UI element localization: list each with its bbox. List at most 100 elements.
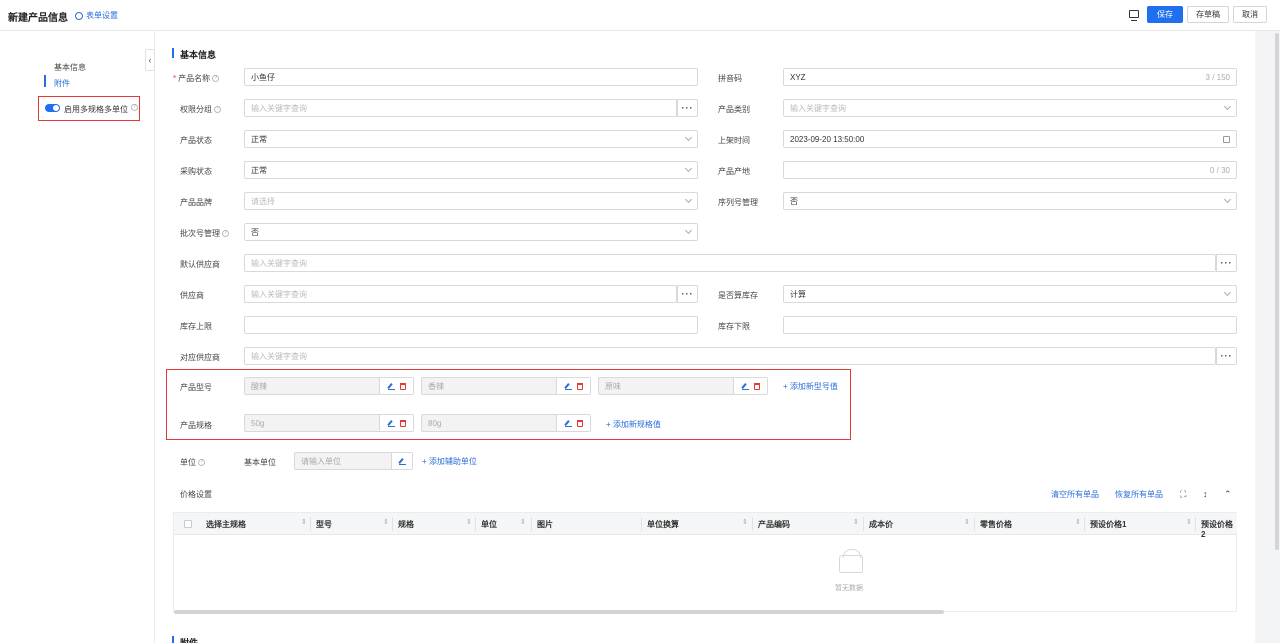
origin-counter: 0 / 30: [1209, 166, 1230, 175]
count-stock-label: 是否算库存: [718, 291, 758, 300]
sort-icon[interactable]: ⇕: [742, 518, 748, 526]
trash-icon[interactable]: [753, 382, 760, 390]
default-supplier-input[interactable]: 输入关键字查询: [244, 254, 1216, 272]
sort-icon[interactable]: ⇕: [383, 518, 389, 526]
multi-spec-toggle[interactable]: [45, 104, 60, 112]
sort-icon[interactable]: ⇕: [1186, 518, 1192, 526]
cancel-button[interactable]: 取消: [1233, 6, 1267, 23]
count-stock-select[interactable]: 计算: [783, 285, 1237, 303]
model-value-input[interactable]: 香辣: [421, 377, 591, 395]
left-nav: [0, 31, 155, 643]
chevron-left-icon: ‹: [148, 55, 152, 65]
status-select[interactable]: 正常: [244, 130, 698, 148]
supplier-input[interactable]: 输入关键字查询: [244, 285, 677, 303]
supplier-more-button[interactable]: ···: [677, 285, 698, 303]
column-header[interactable]: 图片: [537, 519, 553, 530]
help-icon[interactable]: ?: [131, 104, 138, 111]
pinyin-counter: 3 / 150: [1205, 73, 1230, 82]
column-header[interactable]: 单位: [481, 519, 497, 530]
purchase-status-select[interactable]: 正常: [244, 161, 698, 179]
column-header[interactable]: 产品编码: [758, 519, 790, 530]
column-header[interactable]: 零售价格: [980, 519, 1012, 530]
batch-mgmt-label: 批次号管理 ?: [180, 228, 230, 239]
stock-upper-input[interactable]: [244, 316, 698, 334]
matching-supplier-more-button[interactable]: ···: [1216, 347, 1237, 365]
edit-icon[interactable]: [387, 420, 395, 427]
edit-icon[interactable]: [564, 383, 572, 390]
matching-supplier-input[interactable]: 输入关键字查询: [244, 347, 1216, 365]
sort-icon[interactable]: ⇕: [853, 518, 859, 526]
fullscreen-icon[interactable]: ⛶: [1180, 489, 1186, 500]
horizontal-scrollbar[interactable]: [174, 610, 944, 614]
model-value-input[interactable]: 原味: [598, 377, 768, 395]
column-header[interactable]: 规格: [398, 519, 414, 530]
sort-icon[interactable]: ⇕: [301, 518, 307, 526]
gear-icon: [75, 11, 83, 20]
column-header[interactable]: 成本价: [869, 519, 893, 530]
add-spec-value-link[interactable]: + 添加新规格值: [606, 419, 661, 430]
save-button[interactable]: 保存: [1147, 6, 1183, 23]
models-label: 产品型号: [180, 383, 212, 392]
chevron-down-icon: [684, 226, 693, 235]
clear-all-items-link[interactable]: 清空所有单品: [1051, 489, 1099, 500]
nav-item-basic-info[interactable]: 基本信息: [54, 62, 86, 73]
section-marker: [172, 48, 174, 58]
multi-spec-toggle-label: 启用多规格多单位: [64, 105, 128, 114]
permission-group-more-button[interactable]: ···: [677, 99, 698, 117]
sort-icon[interactable]: ⇕: [466, 518, 472, 526]
trash-icon[interactable]: [399, 419, 406, 427]
sort-icon[interactable]: ⇕: [1075, 518, 1081, 526]
listing-time-label: 上架时间: [718, 136, 750, 145]
trash-icon[interactable]: [399, 382, 406, 390]
column-header[interactable]: 预设价格1: [1090, 519, 1126, 530]
section-title-basic-info: 基本信息: [180, 50, 217, 60]
origin-input[interactable]: 0 / 30: [783, 161, 1237, 179]
sort-icon[interactable]: ⇕: [964, 518, 970, 526]
base-unit-label: 基本单位: [244, 458, 276, 467]
product-name-input[interactable]: 小鱼仔: [244, 68, 698, 86]
restore-all-items-link[interactable]: 恢复所有单品: [1115, 489, 1163, 500]
brand-select[interactable]: 请选择: [244, 192, 698, 210]
collapse-sidebar-button[interactable]: ‹: [145, 49, 155, 71]
trash-icon[interactable]: [576, 419, 583, 427]
serial-mgmt-label: 序列号管理: [718, 198, 758, 207]
listing-time-picker[interactable]: 2023-09-20 13:50:00: [783, 130, 1237, 148]
chevron-down-icon: [1223, 102, 1232, 111]
serial-mgmt-select[interactable]: 否: [783, 192, 1237, 210]
edit-icon[interactable]: [398, 458, 406, 465]
vertical-resize-icon[interactable]: ↕: [1203, 489, 1208, 499]
sort-icon[interactable]: ⇕: [520, 518, 526, 526]
spec-value-input[interactable]: 50g: [244, 414, 414, 432]
monitor-icon[interactable]: [1129, 10, 1139, 21]
default-supplier-more-button[interactable]: ···: [1216, 254, 1237, 272]
add-aux-unit-link[interactable]: + 添加辅助单位: [422, 456, 477, 467]
spec-value-input[interactable]: 80g: [421, 414, 591, 432]
nav-item-attachments[interactable]: 附件: [54, 78, 70, 89]
help-icon: ?: [212, 75, 220, 83]
trash-icon[interactable]: [576, 382, 583, 390]
column-header[interactable]: 预设价格2: [1201, 519, 1237, 539]
batch-mgmt-select[interactable]: 否: [244, 223, 698, 241]
edit-icon[interactable]: [741, 383, 749, 390]
chevron-up-icon[interactable]: ⌃: [1224, 489, 1232, 500]
page-title: 新建产品信息: [8, 13, 68, 24]
category-select[interactable]: 输入关键字查询: [783, 99, 1237, 117]
chevron-down-icon: [684, 195, 693, 204]
stock-lower-input[interactable]: [783, 316, 1237, 334]
column-header[interactable]: 单位换算: [647, 519, 679, 530]
save-draft-button[interactable]: 存草稿: [1187, 6, 1229, 23]
edit-icon[interactable]: [387, 383, 395, 390]
brand-label: 产品品牌: [180, 198, 212, 207]
form-settings-link[interactable]: 表单设置: [75, 10, 118, 21]
select-all-checkbox[interactable]: [184, 520, 192, 528]
pinyin-input[interactable]: XYZ 3 / 150: [783, 68, 1237, 86]
model-value-input[interactable]: 酸辣: [244, 377, 414, 395]
base-unit-input[interactable]: 请输入单位: [294, 452, 413, 470]
scrollbar-thumb[interactable]: [1275, 33, 1279, 550]
edit-icon[interactable]: [564, 420, 572, 427]
column-header[interactable]: 选择主规格: [206, 519, 246, 530]
price-settings-title: 价格设置: [180, 490, 212, 499]
column-header[interactable]: 型号: [316, 519, 332, 530]
permission-group-input[interactable]: 输入关键字查询: [244, 99, 677, 117]
add-model-value-link[interactable]: + 添加新型号值: [783, 381, 838, 392]
